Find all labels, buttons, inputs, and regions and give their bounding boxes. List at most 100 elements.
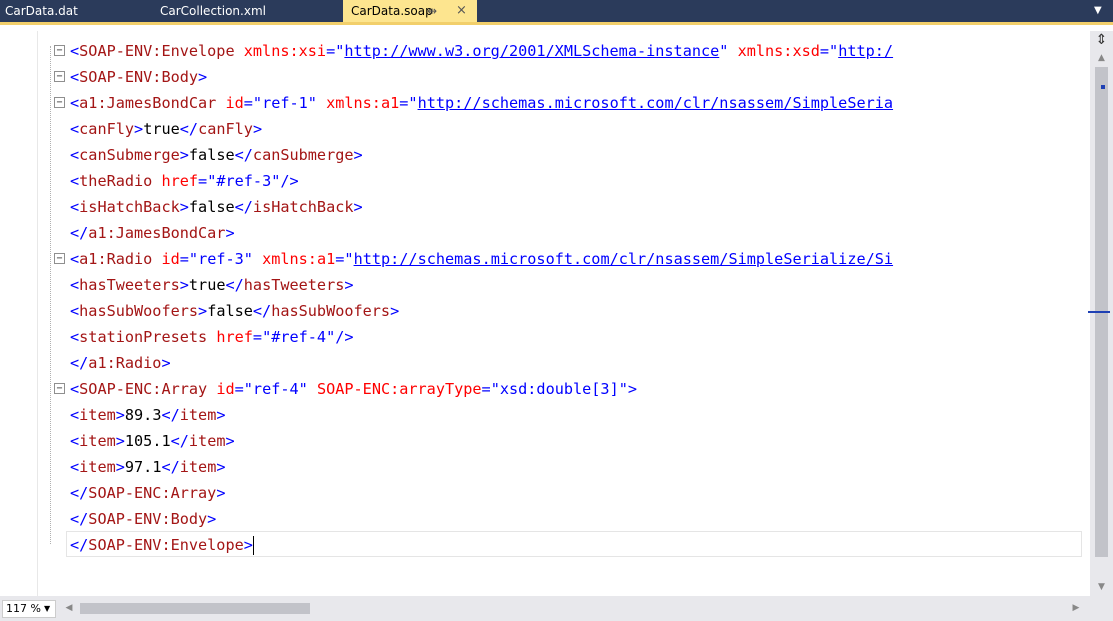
code-token: SOAP-ENV:Envelope [79,42,235,60]
code-token: </ [70,354,89,372]
code-token: = [243,94,253,112]
code-token: item [179,406,217,424]
code-token: id [161,250,180,268]
code-token: false [188,146,235,164]
code-token: a1:JamesBondCar [88,224,226,242]
code-token: id [225,94,244,112]
code-token: < [70,198,80,216]
scroll-up-icon[interactable]: ▲ [1090,49,1113,67]
code-token: SOAP-ENV:Body [79,68,199,86]
tab-cardata-dat[interactable]: CarData.dat [0,0,148,22]
code-token: </ [252,302,272,320]
active-tab-underline [0,22,1113,25]
code-token: isHatchBack [252,198,354,216]
code-token: item [79,458,116,476]
code-token: SOAP-ENC:Array [88,484,217,502]
code-line: </SOAP-ENV:Body> [70,506,216,532]
code-token: hasSubWoofers [271,302,391,320]
collapse-toggle-icon[interactable]: − [54,383,65,394]
code-token: < [70,328,80,346]
horizontal-scroll-thumb[interactable] [80,603,310,614]
close-icon[interactable]: × [456,0,467,22]
code-token: "xsd:double[3]" [490,380,628,398]
code-token: </ [70,484,89,502]
code-token: /> [280,172,299,190]
code-token: < [70,146,80,164]
code-token: "#ref-3" [207,172,281,190]
pin-icon[interactable]: ⇹ [427,0,437,22]
code-token: </ [70,536,89,554]
code-token: "ref-1" [252,94,317,112]
code-token: = [252,328,263,346]
code-token: true [188,276,226,294]
chevron-down-icon[interactable]: ▼ [1094,0,1102,22]
code-token: 89.3 [124,406,162,424]
code-token: </ [161,406,180,424]
collapse-toggle-icon[interactable]: − [54,97,65,108]
collapse-toggle-icon[interactable]: − [54,45,65,56]
code-line: <isHatchBack>false</isHatchBack> [70,194,363,220]
code-token: canSubmerge [79,146,180,164]
code-token: > [115,406,125,424]
code-token: = [819,42,830,60]
code-token: href [216,328,253,346]
scroll-left-icon[interactable]: ◀ [62,599,76,618]
scroll-marker [1101,85,1105,89]
code-token: hasSubWoofers [79,302,199,320]
code-token: canFly [198,120,253,138]
code-token: SOAP-ENC:arrayType [316,380,482,398]
code-token: < [70,276,80,294]
collapse-toggle-icon[interactable]: − [54,253,65,264]
code-line: <item>97.1</item> [70,454,226,480]
code-token: > [179,146,189,164]
code-token: > [115,458,125,476]
code-line: </a1:JamesBondCar> [70,220,235,246]
code-token: " [829,42,839,60]
code-token: false [188,198,235,216]
tab-carcollection-xml[interactable]: CarCollection.xml [148,0,338,22]
code-link[interactable]: http://schemas.microsoft.com/clr/nsassem… [354,250,893,268]
code-line: </SOAP-ENV:Envelope> [70,532,254,558]
scroll-down-icon[interactable]: ▼ [1090,578,1113,596]
code-line: <a1:JamesBondCar id="ref-1" xmlns:a1="ht… [70,90,893,116]
code-token: xmlns:a1 [326,94,400,112]
code-link[interactable]: http:/ [838,42,893,60]
code-token: false [207,302,253,320]
code-line: <hasSubWoofers>false</hasSubWoofers> [70,298,399,324]
code-token: </ [234,146,253,164]
code-token: = [198,172,208,190]
split-icon[interactable]: ⇕ [1090,31,1113,49]
code-token: > [353,146,363,164]
code-token: </ [170,432,189,450]
code-token: canFly [79,120,135,138]
code-token: stationPresets [79,328,208,346]
code-token: </ [70,510,89,528]
code-token: item [79,432,116,450]
code-link[interactable]: http://schemas.microsoft.com/clr/nsassem… [418,94,893,112]
code-line: <SOAP-ENV:Body> [70,64,207,90]
code-token: < [70,406,80,424]
code-link[interactable]: http://www.w3.org/2001/XMLSchema-instanc… [344,42,719,60]
code-token: = [234,380,244,398]
code-token: isHatchBack [79,198,180,216]
code-token: > [161,354,171,372]
code-token: 97.1 [124,458,162,476]
zoom-dropdown-icon[interactable]: ▼ [44,600,50,618]
code-token: > [179,276,189,294]
code-token: id [216,380,235,398]
code-token: item [79,406,116,424]
code-editor[interactable]: − <SOAP-ENV:Envelope xmlns:xsi="http://ww… [0,31,1090,596]
scroll-right-icon[interactable]: ▶ [1069,599,1083,618]
code-token: xmlns:a1 [262,250,336,268]
code-line: <SOAP-ENV:Envelope xmlns:xsi="http://www… [70,38,893,64]
code-token: < [70,380,80,398]
code-line: <a1:Radio id="ref-3" xmlns:a1="http://sc… [70,246,893,272]
code-token: </ [179,120,199,138]
collapse-toggle-icon[interactable]: − [54,71,65,82]
code-line: </a1:Radio> [70,350,171,376]
